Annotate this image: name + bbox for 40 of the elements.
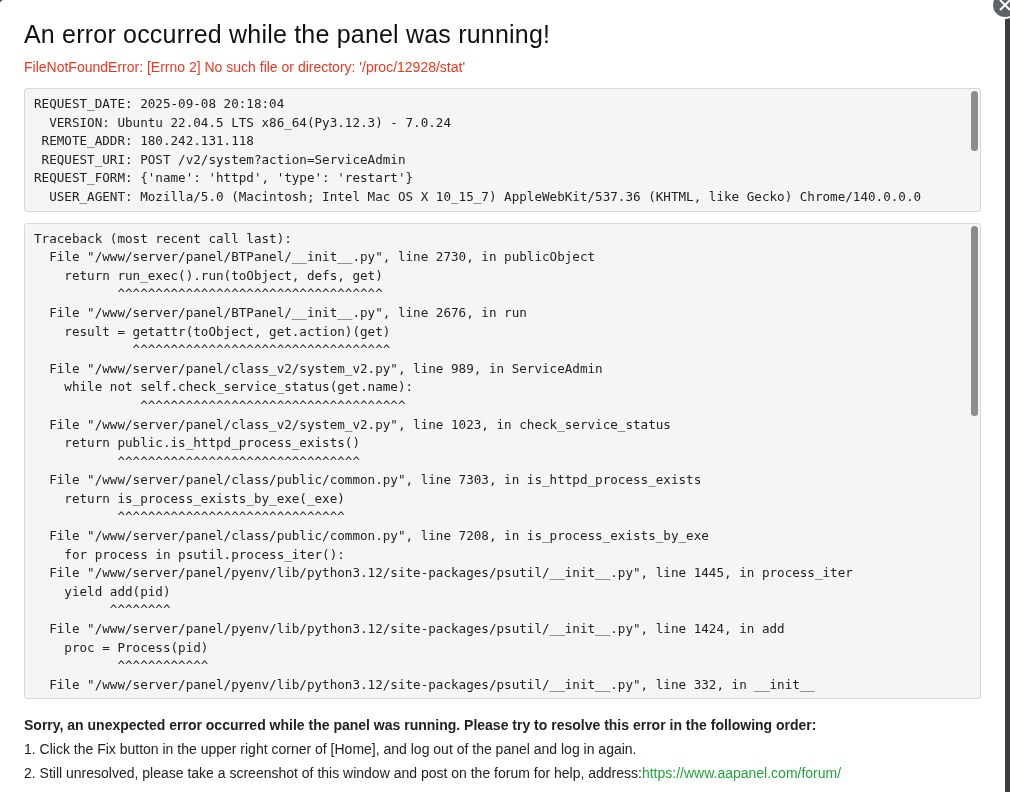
- traceback-line: ^^^^^^^^^^^^^^^^^^^^^^^^^^^^^^: [116, 508, 346, 527]
- request-info-line: REMOTE_ADDR: 180.242.131.118: [40, 132, 255, 151]
- traceback-line: ^^^^^^^^^^^^^^^^^^^^^^^^^^^^^^^^^^^: [139, 396, 407, 415]
- traceback-line: proc = Process(pid): [63, 638, 210, 657]
- traceback-line: for process in psutil.process_iter():: [63, 545, 346, 564]
- traceback-line: File "/www/server/panel/class/public/common.py", line 7208, in is_process_exists_by_exe: [48, 527, 710, 546]
- help-heading: Sorry, an unexpected error occurred while the panel was running. Please try to resolve this error in the following order:: [24, 717, 818, 734]
- request-info-line: REQUEST_FORM: {'name': 'httpd', 'type': 'restart'}: [34, 169, 415, 188]
- forum-link[interactable]: https://www.aapanel.com/forum/: [641, 765, 842, 782]
- traceback-line: result = getattr(toObject, get.action)(get): [63, 322, 392, 341]
- traceback-line: yield add(pid): [63, 582, 172, 601]
- request-info-line: REQUEST_DATE: 2025-09-08 20:18:04: [34, 95, 286, 113]
- traceback-line: ^^^^^^^^^^^^^^^^^^^^^^^^^^^^^^^^^^: [131, 341, 392, 360]
- scrollbar[interactable]: [971, 91, 978, 151]
- request-info-line: REQUEST_URI: POST /v2/system?action=ServiceAdmin: [40, 150, 407, 169]
- traceback-line: Traceback (most recent call last):: [34, 229, 293, 248]
- scrollbar[interactable]: [971, 225, 978, 416]
- traceback-line: File "/www/server/panel/BTPanel/__init__.py", line 2730, in publicObject: [48, 248, 597, 267]
- error-message: FileNotFoundError: [Errno 2] No such file or directory: '/proc/12928/stat': [24, 59, 467, 75]
- traceback-line: ^^^^^^^^: [108, 601, 172, 620]
- dialog-title: An error occurred while the panel was running!: [24, 20, 552, 49]
- traceback-line: File "/www/server/panel/class_v2/system_v2.py", line 989, in ServiceAdmin: [48, 359, 604, 378]
- request-info-line: USER_AGENT: Mozilla/5.0 (Macintosh; Intel Mac OS X 10_15_7) AppleWebKit/537.36 (KHTML, like Gecko) Chrome/140.0.0.0: [48, 187, 923, 206]
- help-step: 1. Click the Fix button in the upper right corner of [Home], and log out of the panel and log in again.: [24, 741, 981, 758]
- traceback-line: return run_exec().run(toObject, defs, get): [63, 266, 384, 285]
- traceback-line: return is_process_exists_by_exe(_exe): [63, 489, 346, 508]
- traceback-line: File "/www/server/panel/class_v2/system_v2.py", line 1023, in check_service_status: [48, 415, 672, 434]
- request-info-line: VERSION: Ubuntu 22.04.5 LTS x86_64(Py3.12.3) - 7.0.24: [48, 113, 452, 132]
- traceback-line: File "/www/server/panel/class/public/common.py", line 7303, in is_httpd_process_exists: [48, 471, 703, 490]
- traceback-line: ^^^^^^^^^^^^^^^^^^^^^^^^^^^^^^^^: [116, 452, 362, 471]
- traceback-line: File "/www/server/panel/pyenv/lib/python3.12/site-packages/psutil/__init__.py", line 1424, in add: [48, 620, 786, 639]
- traceback-line: File "/www/server/panel/pyenv/lib/python3.12/site-packages/psutil/__init__.py", line 332, in __init__: [48, 675, 816, 694]
- traceback-line: ^^^^^^^^^^^^^^^^^^^^^^^^^^^^^^^^^^^: [116, 285, 384, 304]
- traceback-line: File "/www/server/panel/BTPanel/__init__.py", line 2676, in run: [48, 303, 528, 322]
- help-step: 2. Still unresolved, please take a screenshot of this window and post on the forum for help, address:: [24, 765, 642, 782]
- traceback-line: while not self.check_service_status(get.name):: [63, 378, 415, 397]
- close-icon: [999, 0, 1010, 11]
- traceback-line: ^^^^^^^^^^^^: [116, 657, 210, 676]
- traceback-line: File "/www/server/panel/pyenv/lib/python3.12/site-packages/psutil/__init__.py", line 1445, in process_iter: [48, 564, 854, 583]
- traceback-line: return public.is_httpd_process_exists(): [63, 434, 362, 453]
